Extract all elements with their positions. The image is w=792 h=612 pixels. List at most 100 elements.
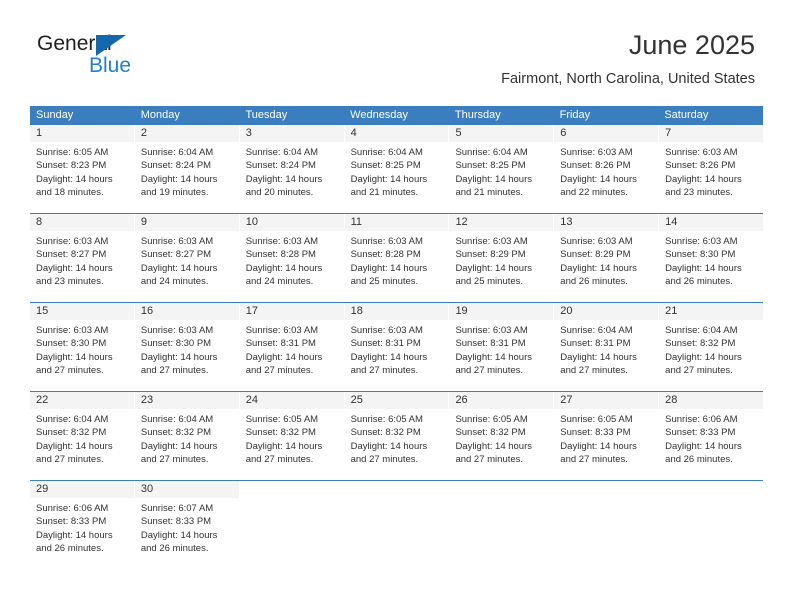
day-cell[interactable]: 1 Sunrise: 6:05 AM Sunset: 8:23 PM Dayli…	[30, 125, 135, 213]
brand-logo[interactable]: General Blue	[37, 32, 167, 82]
sunrise-text: Sunrise: 6:04 AM	[140, 414, 214, 425]
day-number: 21	[659, 303, 764, 320]
day-cell[interactable]: 15 Sunrise: 6:03 AM Sunset: 8:30 PM Dayl…	[30, 303, 135, 391]
sunset-text: Sunset: 8:32 PM	[665, 338, 736, 350]
sunset-text: Sunset: 8:31 PM	[245, 338, 316, 350]
daylight-text-line1: Daylight: 14 hours	[350, 173, 428, 185]
day-cell[interactable]: 12 Sunrise: 6:03 AM Sunset: 8:29 PM Dayl…	[449, 214, 555, 302]
day-number: 30	[134, 481, 239, 498]
sunset-text: Sunset: 8:28 PM	[245, 249, 316, 261]
daylight-text-line1: Daylight: 14 hours	[665, 351, 742, 363]
day-cell[interactable]: 13 Sunrise: 6:03 AM Sunset: 8:29 PM Dayl…	[554, 214, 660, 302]
day-cell[interactable]: 5 Sunrise: 6:04 AM Sunset: 8:25 PM Dayli…	[449, 125, 555, 213]
daylight-text-line2: and 25 minutes.	[350, 275, 419, 287]
daylight-text-line1: Daylight: 14 hours	[455, 440, 533, 452]
sunset-text: Sunset: 8:25 PM	[350, 160, 421, 172]
day-cell[interactable]: 21 Sunrise: 6:04 AM Sunset: 8:32 PM Dayl…	[659, 303, 764, 391]
day-cell[interactable]: 11 Sunrise: 6:03 AM Sunset: 8:28 PM Dayl…	[344, 214, 450, 302]
sunrise-text: Sunrise: 6:04 AM	[36, 414, 109, 425]
sunset-text: Sunset: 8:29 PM	[455, 249, 526, 261]
daylight-text-line2: and 27 minutes.	[350, 453, 419, 465]
day-info: Sunrise: 6:04 AM Sunset: 8:25 PM Dayligh…	[345, 142, 449, 199]
sunrise-text: Sunrise: 6:05 AM	[350, 414, 423, 425]
day-info: Sunrise: 6:07 AM Sunset: 8:33 PM Dayligh…	[135, 498, 239, 555]
sunset-text: Sunset: 8:25 PM	[455, 160, 526, 172]
daylight-text-line2: and 20 minutes.	[245, 186, 314, 198]
daylight-text-line2: and 27 minutes.	[455, 453, 524, 465]
daylight-text-line1: Daylight: 14 hours	[560, 440, 637, 452]
day-cell[interactable]: 19 Sunrise: 6:03 AM Sunset: 8:31 PM Dayl…	[449, 303, 555, 391]
daylight-text-line2: and 26 minutes.	[665, 275, 733, 287]
daylight-text-line1: Daylight: 14 hours	[36, 529, 113, 541]
day-number: 29	[30, 481, 134, 498]
daylight-text-line2: and 27 minutes.	[140, 453, 209, 465]
daylight-text-line1: Daylight: 14 hours	[140, 529, 218, 541]
sunset-text: Sunset: 8:32 PM	[350, 427, 421, 439]
daylight-text-line2: and 27 minutes.	[350, 364, 419, 376]
day-cell[interactable]: 10 Sunrise: 6:03 AM Sunset: 8:28 PM Dayl…	[239, 214, 345, 302]
sunrise-text: Sunrise: 6:05 AM	[455, 414, 528, 425]
day-info: Sunrise: 6:05 AM Sunset: 8:32 PM Dayligh…	[240, 409, 344, 466]
day-info: Sunrise: 6:03 AM Sunset: 8:30 PM Dayligh…	[659, 231, 763, 288]
daylight-text-line1: Daylight: 14 hours	[140, 173, 218, 185]
daylight-text-line2: and 26 minutes.	[36, 542, 104, 554]
day-cell[interactable]: 23 Sunrise: 6:04 AM Sunset: 8:32 PM Dayl…	[134, 392, 240, 480]
day-info: Sunrise: 6:06 AM Sunset: 8:33 PM Dayligh…	[659, 409, 763, 466]
daylight-text-line2: and 27 minutes.	[665, 364, 733, 376]
day-cell[interactable]: 6 Sunrise: 6:03 AM Sunset: 8:26 PM Dayli…	[554, 125, 660, 213]
day-info: Sunrise: 6:04 AM Sunset: 8:24 PM Dayligh…	[135, 142, 239, 199]
day-cell[interactable]: 2 Sunrise: 6:04 AM Sunset: 8:24 PM Dayli…	[134, 125, 240, 213]
day-number	[239, 481, 344, 498]
week-row: 22 Sunrise: 6:04 AM Sunset: 8:32 PM Dayl…	[30, 391, 764, 480]
sunset-text: Sunset: 8:30 PM	[36, 338, 107, 350]
day-cell[interactable]: 7 Sunrise: 6:03 AM Sunset: 8:26 PM Dayli…	[659, 125, 764, 213]
week-row: 15 Sunrise: 6:03 AM Sunset: 8:30 PM Dayl…	[30, 302, 764, 391]
day-cell[interactable]: 30 Sunrise: 6:07 AM Sunset: 8:33 PM Dayl…	[134, 481, 240, 569]
day-number: 3	[239, 125, 344, 142]
day-cell[interactable]: 4 Sunrise: 6:04 AM Sunset: 8:25 PM Dayli…	[344, 125, 450, 213]
day-cell[interactable]: 16 Sunrise: 6:03 AM Sunset: 8:30 PM Dayl…	[134, 303, 240, 391]
day-cell[interactable]: 27 Sunrise: 6:05 AM Sunset: 8:33 PM Dayl…	[554, 392, 660, 480]
day-cell[interactable]: 17 Sunrise: 6:03 AM Sunset: 8:31 PM Dayl…	[239, 303, 345, 391]
day-number: 6	[554, 125, 659, 142]
sunrise-text: Sunrise: 6:03 AM	[665, 236, 738, 247]
day-number: 15	[30, 303, 134, 320]
daylight-text-line1: Daylight: 14 hours	[665, 262, 742, 274]
day-info: Sunrise: 6:03 AM Sunset: 8:29 PM Dayligh…	[554, 231, 658, 288]
day-cell[interactable]: 9 Sunrise: 6:03 AM Sunset: 8:27 PM Dayli…	[134, 214, 240, 302]
day-cell[interactable]: 20 Sunrise: 6:04 AM Sunset: 8:31 PM Dayl…	[554, 303, 660, 391]
day-info: Sunrise: 6:03 AM Sunset: 8:29 PM Dayligh…	[449, 231, 553, 288]
day-cell[interactable]: 24 Sunrise: 6:05 AM Sunset: 8:32 PM Dayl…	[239, 392, 345, 480]
sunset-text: Sunset: 8:26 PM	[665, 160, 736, 172]
daylight-text-line2: and 27 minutes.	[245, 453, 314, 465]
daylight-text-line1: Daylight: 14 hours	[665, 440, 742, 452]
day-info: Sunrise: 6:03 AM Sunset: 8:26 PM Dayligh…	[554, 142, 658, 199]
day-cell[interactable]: 25 Sunrise: 6:05 AM Sunset: 8:32 PM Dayl…	[344, 392, 450, 480]
sunset-text: Sunset: 8:24 PM	[140, 160, 212, 172]
week-row: 29 Sunrise: 6:06 AM Sunset: 8:33 PM Dayl…	[30, 480, 764, 569]
day-number: 9	[134, 214, 239, 231]
day-cell[interactable]: 22 Sunrise: 6:04 AM Sunset: 8:32 PM Dayl…	[30, 392, 135, 480]
day-cell[interactable]: 18 Sunrise: 6:03 AM Sunset: 8:31 PM Dayl…	[344, 303, 450, 391]
weekday-header-row: Sunday Monday Tuesday Wednesday Thursday…	[30, 106, 763, 125]
daylight-text-line1: Daylight: 14 hours	[245, 262, 323, 274]
daylight-text-line1: Daylight: 14 hours	[36, 351, 113, 363]
sunrise-text: Sunrise: 6:03 AM	[350, 236, 423, 247]
day-info: Sunrise: 6:04 AM Sunset: 8:24 PM Dayligh…	[240, 142, 344, 199]
day-cell[interactable]: 29 Sunrise: 6:06 AM Sunset: 8:33 PM Dayl…	[30, 481, 135, 569]
page-title: June 2025	[628, 30, 755, 60]
day-info: Sunrise: 6:04 AM Sunset: 8:32 PM Dayligh…	[30, 409, 134, 466]
brand-name-blue: Blue	[89, 54, 132, 77]
day-cell[interactable]: 8 Sunrise: 6:03 AM Sunset: 8:27 PM Dayli…	[30, 214, 135, 302]
sunset-text: Sunset: 8:32 PM	[455, 427, 526, 439]
day-cell[interactable]: 28 Sunrise: 6:06 AM Sunset: 8:33 PM Dayl…	[659, 392, 764, 480]
day-info: Sunrise: 6:03 AM Sunset: 8:30 PM Dayligh…	[135, 320, 239, 377]
sunset-text: Sunset: 8:31 PM	[350, 338, 421, 350]
daylight-text-line2: and 24 minutes.	[140, 275, 209, 287]
day-cell[interactable]: 26 Sunrise: 6:05 AM Sunset: 8:32 PM Dayl…	[449, 392, 555, 480]
day-cell[interactable]: 3 Sunrise: 6:04 AM Sunset: 8:24 PM Dayli…	[239, 125, 345, 213]
daylight-text-line1: Daylight: 14 hours	[245, 351, 323, 363]
day-number: 2	[134, 125, 239, 142]
sunrise-text: Sunrise: 6:04 AM	[455, 147, 528, 158]
day-cell[interactable]: 14 Sunrise: 6:03 AM Sunset: 8:30 PM Dayl…	[659, 214, 764, 302]
